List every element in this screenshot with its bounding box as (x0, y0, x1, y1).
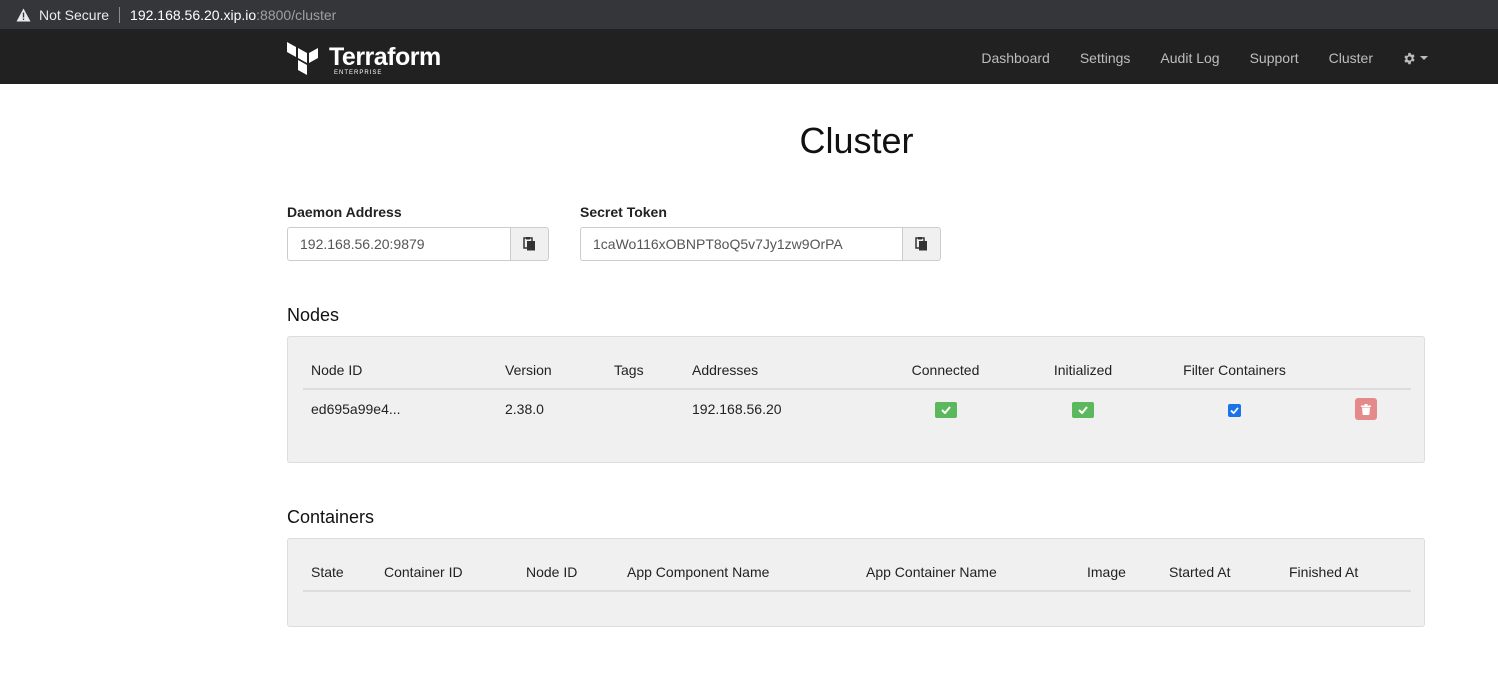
nodes-panel: Node ID Version Tags Addresses Connected… (287, 336, 1425, 463)
version-cell: 2.38.0 (505, 401, 544, 417)
nav-cluster[interactable]: Cluster (1329, 50, 1373, 66)
col-node-id: Node ID (303, 352, 497, 390)
brand-name: Terraform (329, 43, 441, 71)
nav-support[interactable]: Support (1250, 50, 1299, 66)
table-row: ed695a99e4... 2.38.0 192.168.56.20 (303, 389, 1411, 428)
col-addresses: Addresses (684, 352, 874, 390)
nav-audit-log[interactable]: Audit Log (1160, 50, 1219, 66)
col-state: State (303, 554, 376, 592)
warning-icon (16, 7, 32, 23)
daemon-address-label: Daemon Address (287, 204, 402, 220)
secret-token-input[interactable]: 1caWo116xOBNPT8oQ5v7Jy1zw9OrPA (580, 227, 902, 261)
daemon-address-input[interactable]: 192.168.56.20:9879 (287, 227, 510, 261)
terraform-logo-icon (287, 42, 319, 81)
tags-cell (606, 389, 684, 428)
col-started-at: Started At (1161, 554, 1281, 592)
containers-panel: State Container ID Node ID App Component… (287, 538, 1425, 627)
copy-secret-token-button[interactable] (902, 227, 941, 261)
brand-logo[interactable]: Terraform ENTERPRISE (287, 42, 441, 78)
delete-node-button[interactable] (1354, 398, 1377, 420)
url-path[interactable]: :8800/cluster (256, 7, 336, 23)
col-initialized: Initialized (1017, 352, 1149, 390)
brand-wordmark: Terraform ENTERPRISE (329, 42, 441, 76)
secret-token-label: Secret Token (580, 204, 667, 220)
initialized-status-badge (1072, 401, 1094, 418)
filter-containers-cell (1149, 389, 1320, 428)
nav-dashboard[interactable]: Dashboard (981, 50, 1050, 66)
filter-containers-checkbox[interactable] (1228, 404, 1241, 417)
clipboard-icon (915, 237, 927, 251)
col-container-node-id: Node ID (518, 554, 619, 592)
check-icon (1078, 405, 1088, 414)
browser-address-bar[interactable]: Not Secure 192.168.56.20.xip.io:8800/clu… (0, 0, 1498, 29)
clipboard-icon (523, 237, 535, 251)
node-id-cell[interactable]: ed695a99e4... (303, 389, 497, 428)
gear-icon (1404, 52, 1415, 64)
col-actions (1320, 352, 1411, 390)
col-connected: Connected (874, 352, 1017, 390)
containers-table: State Container ID Node ID App Component… (303, 554, 1411, 592)
trash-icon (1360, 403, 1371, 415)
url-host[interactable]: 192.168.56.20.xip.io (130, 7, 256, 23)
settings-menu-toggle[interactable] (1403, 52, 1428, 65)
containers-header-row: State Container ID Node ID App Component… (303, 554, 1411, 592)
initialized-cell (1017, 389, 1149, 428)
addresses-cell: 192.168.56.20 (692, 401, 782, 417)
check-icon (1230, 407, 1239, 414)
connected-cell (874, 389, 1017, 428)
daemon-address-field: Daemon Address 192.168.56.20:9879 (287, 204, 549, 261)
page-title: Cluster (799, 120, 914, 161)
col-container-id: Container ID (376, 554, 518, 592)
brand-subtitle: ENTERPRISE (334, 70, 383, 76)
secret-token-field: Secret Token 1caWo116xOBNPT8oQ5v7Jy1zw9O… (580, 204, 941, 261)
col-version: Version (497, 352, 606, 390)
chevron-down-icon (1420, 56, 1428, 60)
actions-cell (1320, 389, 1411, 428)
check-icon (940, 405, 951, 414)
security-label[interactable]: Not Secure (39, 7, 109, 23)
copy-daemon-address-button[interactable] (510, 227, 549, 261)
col-finished-at: Finished At (1281, 554, 1411, 592)
containers-heading: Containers (287, 507, 375, 527)
connected-status-badge (934, 401, 957, 418)
col-filter-containers: Filter Containers (1149, 352, 1320, 390)
nav-settings[interactable]: Settings (1080, 50, 1131, 66)
nodes-heading: Nodes (287, 305, 340, 325)
col-tags: Tags (606, 352, 684, 390)
nodes-header-row: Node ID Version Tags Addresses Connected… (303, 352, 1411, 390)
top-navbar: Terraform ENTERPRISE Dashboard Settings … (0, 32, 1498, 84)
nodes-table: Node ID Version Tags Addresses Connected… (303, 352, 1411, 428)
main-nav: Dashboard Settings Audit Log Support Clu… (951, 32, 1498, 84)
col-app-component-name: App Component Name (619, 554, 858, 592)
col-image: Image (1079, 554, 1161, 592)
url-divider (119, 6, 121, 23)
col-app-container-name: App Container Name (858, 554, 1079, 592)
